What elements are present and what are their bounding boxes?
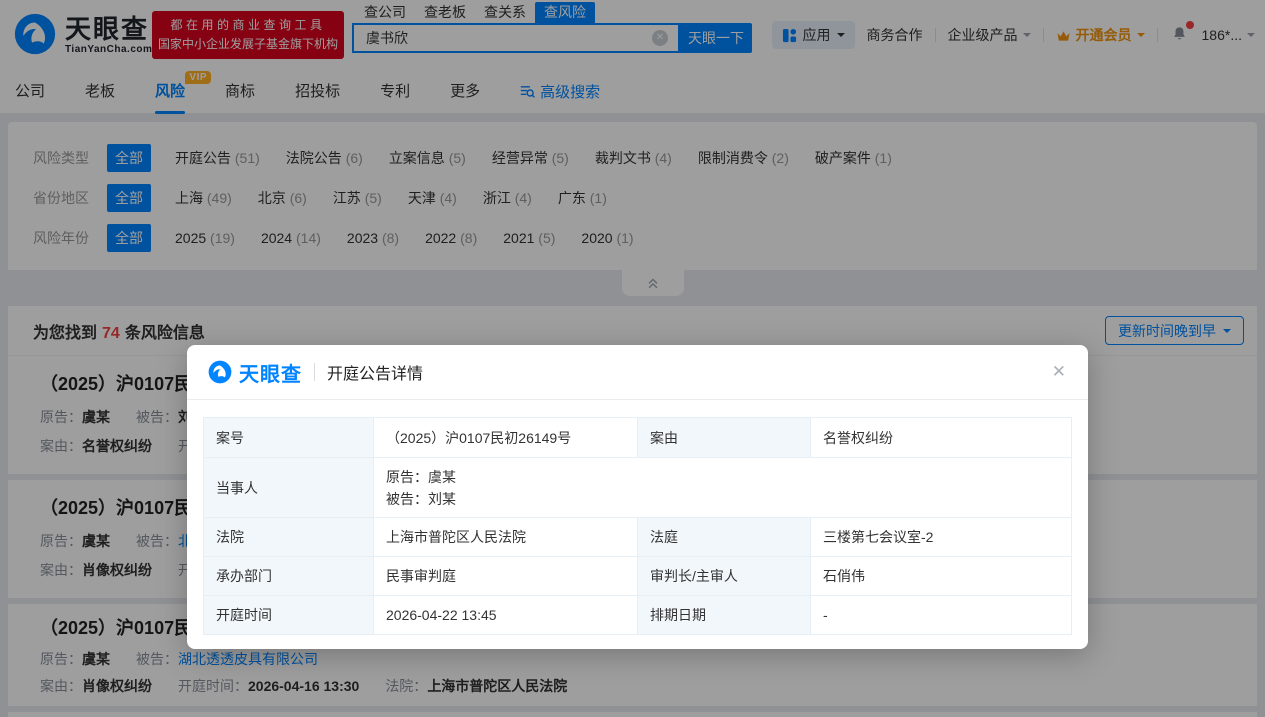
case-no-label: 案号 xyxy=(204,418,374,458)
party-defendant: 被告：刘某 xyxy=(386,488,1059,510)
party-label: 当事人 xyxy=(204,458,374,518)
modal-header: 天眼查 开庭公告详情 ✕ xyxy=(187,345,1088,400)
courtroom-label: 法庭 xyxy=(638,518,811,557)
judge-label: 审判长/主审人 xyxy=(638,557,811,596)
table-row: 开庭时间 2026-04-22 13:45 排期日期 - xyxy=(204,596,1072,635)
courtroom-value: 三楼第七会议室-2 xyxy=(811,518,1072,557)
court-value: 上海市普陀区人民法院 xyxy=(374,518,638,557)
modal-brand: 天眼查 xyxy=(239,358,302,387)
hearing-detail-table: 案号 （2025）沪0107民初26149号 案由 名誉权纠纷 当事人 原告：虞… xyxy=(203,417,1072,635)
schedule-date-label: 排期日期 xyxy=(638,596,811,635)
hearing-time-value: 2026-04-22 13:45 xyxy=(374,596,638,635)
judge-value: 石俏伟 xyxy=(811,557,1072,596)
hearing-time-label: 开庭时间 xyxy=(204,596,374,635)
divider xyxy=(314,363,315,381)
table-row: 法院 上海市普陀区人民法院 法庭 三楼第七会议室-2 xyxy=(204,518,1072,557)
court-label: 法院 xyxy=(204,518,374,557)
modal-title: 开庭公告详情 xyxy=(327,360,423,384)
department-value: 民事审判庭 xyxy=(374,557,638,596)
modal-body: 案号 （2025）沪0107民初26149号 案由 名誉权纠纷 当事人 原告：虞… xyxy=(187,400,1088,635)
party-value: 原告：虞某 被告：刘某 xyxy=(374,458,1072,518)
cause-label: 案由 xyxy=(638,418,811,458)
table-row: 承办部门 民事审判庭 审判长/主审人 石俏伟 xyxy=(204,557,1072,596)
cause-value: 名誉权纠纷 xyxy=(811,418,1072,458)
party-plaintiff: 原告：虞某 xyxy=(386,466,1059,488)
table-row: 当事人 原告：虞某 被告：刘某 xyxy=(204,458,1072,518)
close-icon[interactable]: ✕ xyxy=(1052,362,1066,382)
department-label: 承办部门 xyxy=(204,557,374,596)
schedule-date-value: - xyxy=(811,596,1072,635)
tianyancha-risk-search-page: 天眼查 TianYanCha.com 都在用的商业查询工具 国家中小企业发展子基… xyxy=(0,0,1265,717)
hearing-detail-modal: 天眼查 开庭公告详情 ✕ 案号 （2025）沪0107民初26149号 案由 名… xyxy=(187,345,1088,649)
tianyancha-logo-icon xyxy=(207,359,233,385)
table-row: 案号 （2025）沪0107民初26149号 案由 名誉权纠纷 xyxy=(204,418,1072,458)
case-no-value: （2025）沪0107民初26149号 xyxy=(374,418,638,458)
